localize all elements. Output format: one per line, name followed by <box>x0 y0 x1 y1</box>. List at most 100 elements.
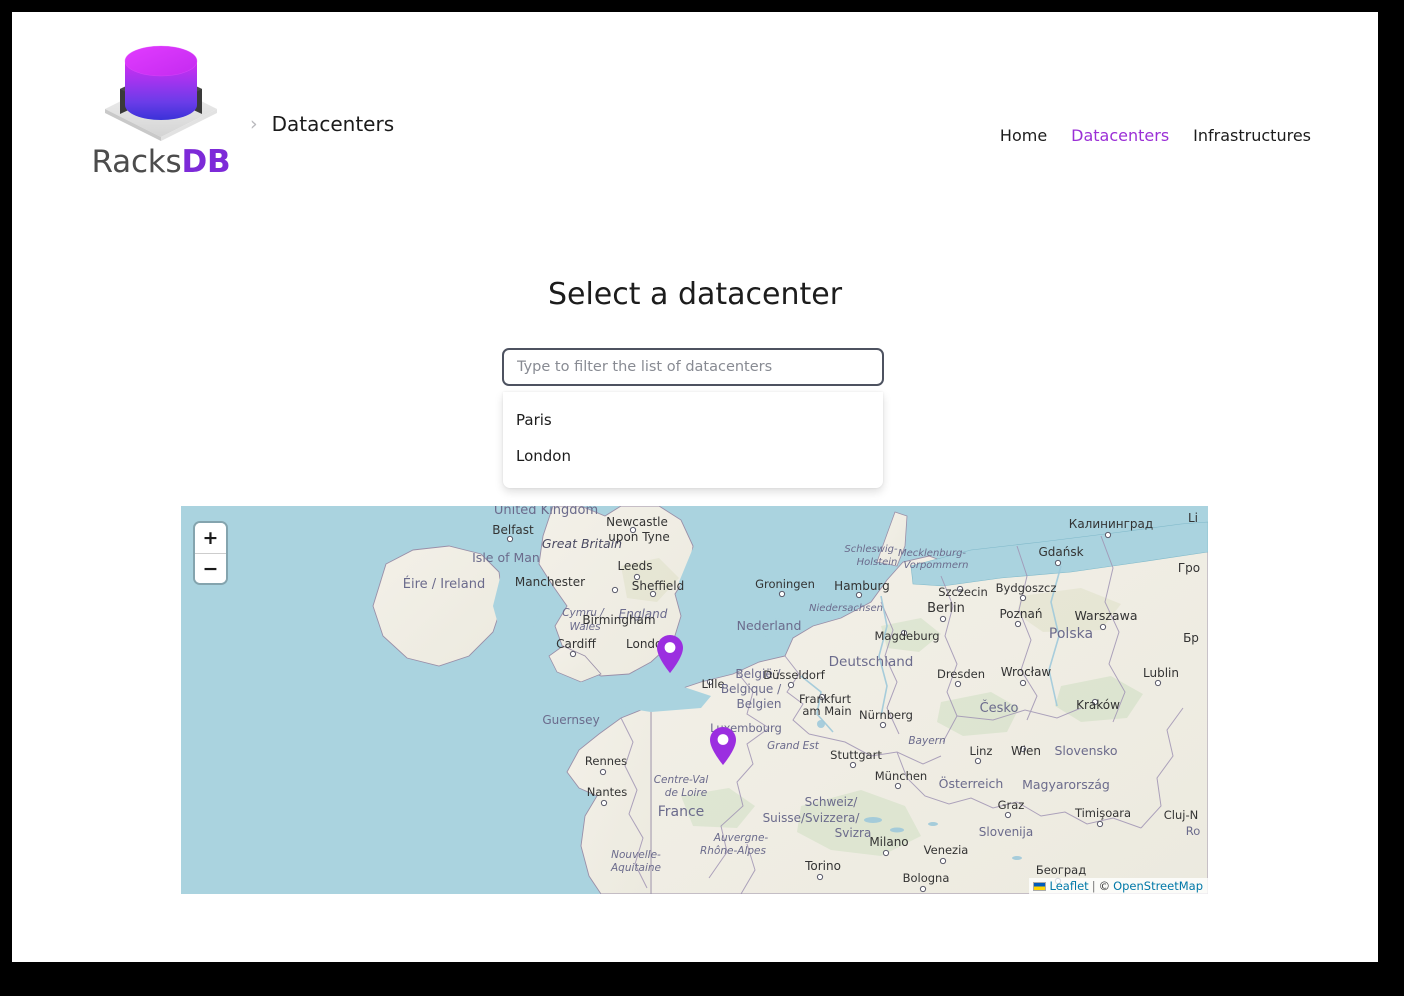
map-label: Wrocław <box>1001 665 1052 679</box>
main-nav: Home Datacenters Infrastructures <box>1000 126 1311 145</box>
map-marker-paris[interactable] <box>710 727 737 766</box>
brand-wordmark: RacksDB <box>92 147 231 178</box>
map-label: Bydgoszcz <box>996 581 1057 595</box>
map-label: Гро <box>1178 561 1200 575</box>
map-label: Venezia <box>924 843 969 857</box>
map-label: Cardiff <box>556 637 596 651</box>
dropdown-item-paris[interactable]: Paris <box>503 402 883 438</box>
map-label: Manchester <box>515 575 585 589</box>
nav-item-home[interactable]: Home <box>1000 126 1047 145</box>
map-label: Београд <box>1036 863 1086 877</box>
map-label: Deutschland <box>829 654 914 670</box>
map-label: Gdańsk <box>1038 545 1083 559</box>
map-label: Holstein <box>857 557 898 568</box>
map-city-dot <box>919 885 927 893</box>
map-label: Калининград <box>1069 517 1153 531</box>
map-label: Centre-Val <box>654 774 709 786</box>
map-label: Wien <box>1011 744 1041 758</box>
map-city-dot <box>1004 811 1012 819</box>
map-label: Česko <box>980 700 1019 716</box>
map-label: Timişoara <box>1074 806 1131 820</box>
leaflet-link[interactable]: Leaflet <box>1050 879 1089 893</box>
ukraine-flag-icon <box>1032 881 1046 891</box>
map-label: Kraków <box>1076 698 1120 712</box>
map-tiles: United Kingdom Newcastle upon Tyne Belfast G… <box>181 506 1208 894</box>
zoom-out-button[interactable]: − <box>195 553 226 583</box>
map-label: Nantes <box>587 785 628 799</box>
map-city-dot <box>569 650 577 658</box>
chevron-right-icon: › <box>250 112 258 135</box>
nav-item-datacenters[interactable]: Datacenters <box>1071 126 1169 145</box>
map-label: Torino <box>804 859 841 873</box>
map-city-dot <box>599 768 607 776</box>
map-label: Stuttgart <box>830 748 882 762</box>
map-label: Österreich <box>939 775 1004 791</box>
openstreetmap-link[interactable]: OpenStreetMap <box>1113 879 1203 893</box>
nav-item-infrastructures[interactable]: Infrastructures <box>1193 126 1311 145</box>
map-label: Niedersachsen <box>809 603 883 614</box>
map-city-dot <box>816 873 824 881</box>
brand-logo[interactable]: RacksDB <box>86 27 236 178</box>
map-label: Guernsey <box>542 713 599 727</box>
map-label: France <box>658 804 705 820</box>
map-label: Schweiz/ <box>805 795 859 809</box>
map-label: Hamburg <box>834 579 890 593</box>
map-city-dot <box>879 721 887 729</box>
app-header: RacksDB › Datacenters Home Datacenters I… <box>12 12 1378 222</box>
map-city-dot <box>974 757 982 765</box>
map-attribution: Leaflet | © OpenStreetMap <box>1028 878 1208 894</box>
map-label: Belgien <box>737 697 782 711</box>
map-label: Grand Est <box>767 740 820 752</box>
map-label: Szczecin <box>938 585 988 599</box>
brand-name-part2: DB <box>181 144 231 180</box>
map-label: Slovensko <box>1054 743 1117 758</box>
map-city-dot <box>1014 620 1022 628</box>
map-label: Linz <box>970 744 993 758</box>
map-city-dot <box>778 590 786 598</box>
map-label: Vorpommern <box>903 560 968 571</box>
map-city-dot <box>1019 679 1027 687</box>
brand-name-part1: Racks <box>91 144 182 180</box>
map-label: Graz <box>998 798 1025 812</box>
map-city-dot <box>506 535 514 543</box>
map-label: de Loire <box>665 787 707 799</box>
map-label: Isle of Man <box>472 550 540 565</box>
map-marker-london[interactable] <box>656 634 683 673</box>
map-label: München <box>875 769 927 783</box>
map-city-dot <box>894 782 902 790</box>
map-city-dot <box>1019 594 1027 602</box>
map-label: Bayern <box>908 735 945 747</box>
datacenter-map[interactable]: United Kingdom Newcastle upon Tyne Belfast G… <box>181 506 1208 894</box>
map-label: Ro <box>1186 824 1201 838</box>
map-label: Polska <box>1049 626 1093 642</box>
map-label: Nürnberg <box>859 708 913 722</box>
dropdown-item-london[interactable]: London <box>503 438 883 474</box>
map-label: Aquitaine <box>610 862 661 874</box>
datacenter-filter-input[interactable] <box>502 348 884 386</box>
map-city-dot <box>1054 559 1062 567</box>
map-city-dot <box>787 681 795 689</box>
map-label: Nouvelle- <box>611 849 661 861</box>
breadcrumb: › Datacenters <box>250 112 394 136</box>
map-city-dot <box>954 680 962 688</box>
map-city-dot <box>1104 531 1112 539</box>
map-label: Suisse/Svizzera/ <box>763 811 861 825</box>
zoom-in-button[interactable]: + <box>195 523 226 553</box>
map-label: Berlin <box>927 601 965 616</box>
map-label: am Main <box>802 704 851 718</box>
map-city-dot <box>611 586 619 594</box>
filter-container: Paris London <box>502 348 884 488</box>
map-label: Mecklenburg- <box>898 548 966 559</box>
map-zoom-controls: + − <box>195 523 226 583</box>
map-label: Cluj-N <box>1164 808 1198 822</box>
map-label: Poznań <box>999 607 1042 621</box>
map-label: Schleswig- <box>844 544 898 555</box>
map-city-dot <box>939 615 947 623</box>
map-label: Rennes <box>585 754 627 768</box>
map-label: Belfast <box>492 523 534 537</box>
map-city-dot <box>849 761 857 769</box>
map-city-dot <box>882 849 890 857</box>
map-label: United Kingdom <box>494 506 598 518</box>
map-label: Sheffield <box>632 579 685 593</box>
app-page: RacksDB › Datacenters Home Datacenters I… <box>12 12 1378 962</box>
